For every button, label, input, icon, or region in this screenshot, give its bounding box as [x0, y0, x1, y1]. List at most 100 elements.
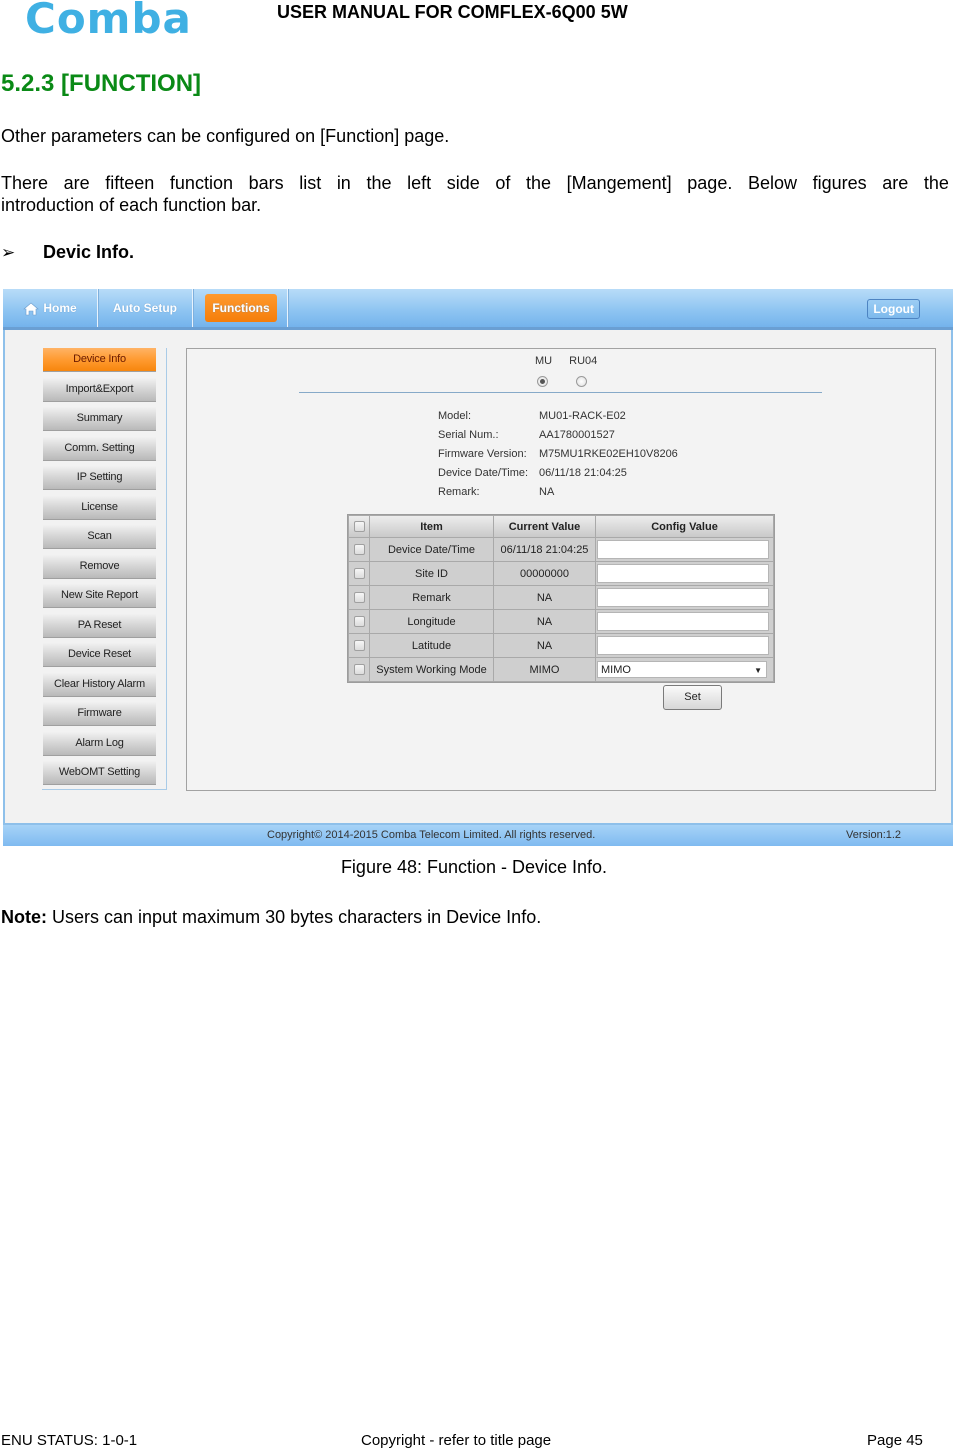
row-select-cell [349, 658, 369, 681]
current-value-cell: NA [494, 610, 595, 633]
bullet-text: Devic Info. [43, 242, 135, 262]
row-checkbox[interactable] [353, 544, 365, 556]
working-mode-select[interactable]: MIMO ▼ [597, 661, 767, 678]
item-cell: Device Date/Time [370, 538, 493, 561]
paragraph-line-2: introduction of each function bar. [1, 195, 262, 215]
footer-status: ENU STATUS: 1-0-1 [1, 1432, 138, 1449]
sidebar-item-alarm-log[interactable]: Alarm Log [43, 731, 156, 756]
note-label: Note: [1, 907, 47, 927]
item-cell: Latitude [370, 634, 493, 657]
sidebar-item-webomt-setting[interactable]: WebOMT Setting [43, 761, 156, 785]
sidebar-item-summary[interactable]: Summary [43, 407, 156, 431]
word: fifteen [105, 173, 155, 193]
sidebar-item-device-info[interactable]: Device Info [43, 348, 156, 372]
config-value-cell [596, 538, 773, 561]
webomt-screenshot: Home Auto Setup Functions Logout Device … [3, 289, 953, 846]
row-checkbox[interactable] [353, 616, 365, 628]
config-value-input[interactable] [597, 588, 769, 607]
logout-button[interactable]: Logout [867, 299, 920, 319]
item-cell: System Working Mode [370, 658, 493, 681]
sidebar-item-pa-reset[interactable]: PA Reset [43, 613, 156, 638]
sidebar-item-device-reset[interactable]: Device Reset [43, 643, 156, 667]
table-row: Site ID 00000000 [349, 562, 773, 585]
word: are [63, 173, 90, 193]
word: the [525, 173, 551, 193]
word: left [407, 173, 432, 193]
word: Below [747, 173, 797, 193]
device-radio-mu[interactable] [537, 376, 548, 387]
paragraph-function-bars: There are fifteen function bars list in the left… [1, 172, 949, 216]
row-checkbox[interactable] [353, 664, 365, 676]
word: There [1, 173, 49, 193]
sidebar-item-comm-setting[interactable]: Comm. Setting [43, 436, 156, 461]
sidebar-item-firmware[interactable]: Firmware [43, 702, 156, 726]
home-icon [23, 302, 40, 316]
info-value: MU01-RACK-E02 [539, 410, 626, 422]
row-checkbox[interactable] [353, 640, 365, 652]
info-key: Remark: [438, 486, 480, 498]
config-table-header: Item Current Value Config Value [349, 516, 773, 537]
top-navigation: Home Auto Setup Functions Logout [3, 289, 953, 330]
word: the [366, 173, 392, 193]
document-title: USER MANUAL FOR COMFLEX-6Q00 5W [277, 2, 628, 22]
sidebar-item-license[interactable]: License [43, 495, 156, 520]
bullet-arrow-icon: ➢ [1, 243, 16, 262]
info-row: Model: MU01-RACK-E02 [438, 407, 678, 426]
info-value: NA [539, 486, 555, 498]
current-value-cell: NA [494, 586, 595, 609]
info-row: Device Date/Time: 06/11/18 21:04:25 [438, 464, 678, 483]
row-select-cell [349, 586, 369, 609]
item-cell: Longitude [370, 610, 493, 633]
bullet-device-info: ➢ Devic Info. [1, 242, 134, 263]
row-checkbox[interactable] [353, 592, 365, 604]
config-value-input[interactable] [597, 636, 769, 655]
set-button[interactable]: Set [663, 685, 722, 710]
info-key: Serial Num.: [438, 429, 499, 441]
header-current-value: Current Value [494, 516, 595, 537]
note-text: Users can input maximum 30 bytes charact… [47, 907, 542, 927]
config-value-cell [596, 586, 773, 609]
app-copyright: Copyright© 2014-2015 Comba Telecom Limit… [267, 829, 596, 841]
row-select-cell [349, 634, 369, 657]
info-row: Firmware Version: M75MU1RKE02EH10V8206 [438, 445, 678, 464]
config-value-input[interactable] [597, 540, 769, 559]
word: bars [248, 173, 284, 193]
sidebar-item-remove[interactable]: Remove [43, 554, 156, 579]
device-info-panel: MU RU04 Model: MU01-RACK-E02 Serial Num.: A… [186, 348, 936, 791]
section-heading: 5.2.3 [FUNCTION] [1, 70, 202, 97]
function-sidebar: Device Info Import&Export Summary Comm. Set… [42, 348, 167, 790]
tab-auto-setup[interactable]: Auto Setup [98, 289, 193, 327]
device-radio-ru04[interactable] [576, 376, 587, 387]
config-value-cell [596, 610, 773, 633]
row-select-cell [349, 610, 369, 633]
select-all-cell [349, 516, 369, 537]
tab-functions-label: Functions [205, 294, 277, 322]
info-value: 06/11/18 21:04:25 [539, 467, 627, 479]
current-value-cell: 06/11/18 21:04:25 [494, 538, 595, 561]
tab-home[interactable]: Home [3, 289, 98, 327]
info-row: Serial Num.: AA1780001527 [438, 426, 678, 445]
tab-functions[interactable]: Functions [193, 289, 288, 327]
sidebar-item-import-export[interactable]: Import&Export [43, 377, 156, 402]
info-key: Model: [438, 410, 472, 422]
tab-auto-setup-label: Auto Setup [113, 301, 177, 315]
table-row: System Working Mode MIMO MIMO ▼ [349, 658, 773, 681]
sidebar-item-scan[interactable]: Scan [43, 525, 156, 549]
chevron-down-icon: ▼ [754, 666, 762, 675]
table-row: Longitude NA [349, 610, 773, 633]
sidebar-item-ip-setting[interactable]: IP Setting [43, 466, 156, 490]
work-area: Device Info Import&Export Summary Comm. Set… [3, 330, 953, 825]
working-mode-selected: MIMO [601, 664, 631, 676]
comba-logo: Comba [25, 0, 192, 43]
config-value-input[interactable] [597, 564, 769, 583]
sidebar-item-clear-history-alarm[interactable]: Clear History Alarm [43, 672, 156, 697]
row-checkbox[interactable] [353, 568, 365, 580]
word: side [446, 173, 480, 193]
sidebar-item-new-site-report[interactable]: New Site Report [43, 584, 156, 608]
config-value-input[interactable] [597, 612, 769, 631]
select-all-checkbox[interactable] [353, 521, 365, 533]
word: of [495, 173, 511, 193]
table-row: Device Date/Time 06/11/18 21:04:25 [349, 538, 773, 561]
info-value: M75MU1RKE02EH10V8206 [539, 448, 678, 460]
current-value-cell: MIMO [494, 658, 595, 681]
